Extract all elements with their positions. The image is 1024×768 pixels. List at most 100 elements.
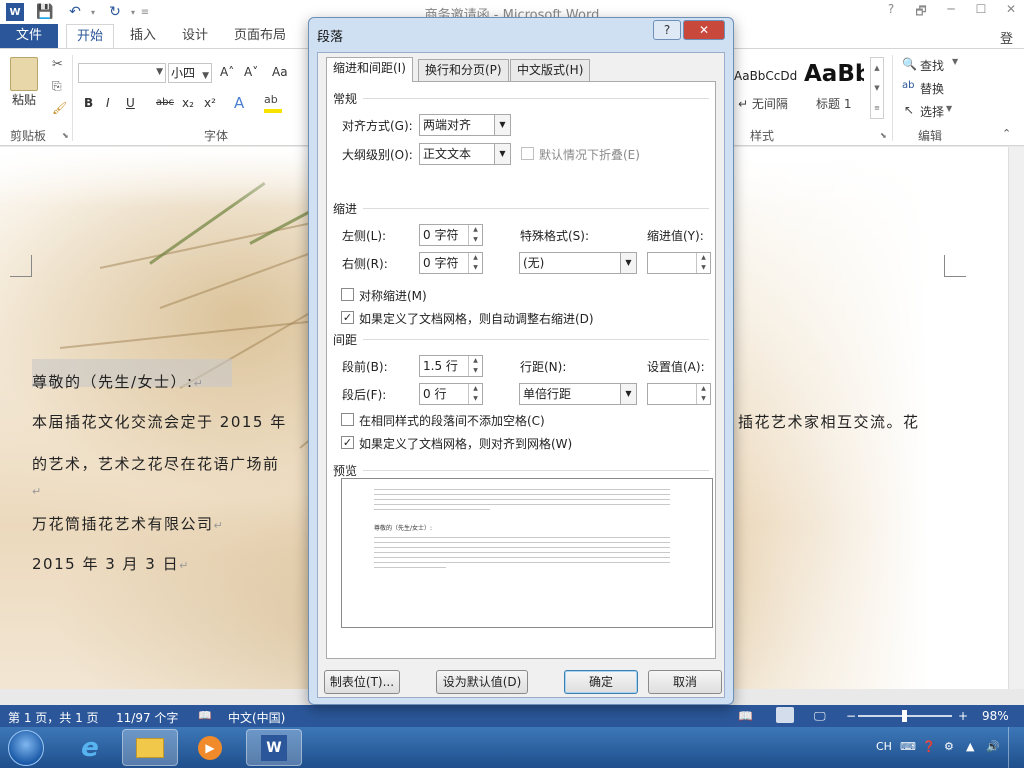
minimize-button[interactable]: ─ <box>940 2 962 20</box>
internet-explorer-icon[interactable]: e <box>62 729 118 766</box>
collapse-ribbon-icon[interactable]: ⌃ <box>1002 127 1011 140</box>
help-button[interactable]: ? <box>880 2 902 20</box>
styles-launcher-icon[interactable]: ⬊ <box>880 131 887 140</box>
spinner-arrows-icon[interactable]: ▲ ▼ <box>468 356 482 376</box>
special-indent-select[interactable]: (无) ▼ <box>519 252 637 274</box>
mirror-indents-checkbox[interactable] <box>341 288 354 301</box>
find-button[interactable]: 查找 <box>920 57 944 74</box>
collapse-default-checkbox[interactable] <box>521 147 534 160</box>
chevron-down-icon[interactable]: ▼ <box>952 57 958 66</box>
tab-file[interactable]: 文件 <box>0 24 58 48</box>
indent-left-input[interactable]: 0 字符 ▲ ▼ <box>419 224 483 246</box>
style-no-spacing-preview[interactable]: AaBbCcDd <box>734 69 797 83</box>
text-effects-icon[interactable]: A <box>234 94 244 112</box>
ribbon-display-button[interactable]: 🗗 <box>910 2 932 20</box>
font-name-combo[interactable]: ▼ <box>78 63 166 83</box>
replace-button[interactable]: 替换 <box>920 80 944 97</box>
format-painter-icon[interactable]: 🖌 <box>52 101 67 115</box>
spacing-after-input[interactable]: 0 行 ▲ ▼ <box>419 383 483 405</box>
paste-icon[interactable] <box>10 57 38 91</box>
paste-button[interactable]: 粘贴 <box>12 91 36 108</box>
chevron-down-icon[interactable]: ▼ <box>946 104 952 113</box>
doc-line-body-1b[interactable]: 插花艺术家相互交流。花 <box>738 411 920 432</box>
style-heading1-name[interactable]: 标题 1 <box>816 95 851 112</box>
media-player-icon[interactable]: ▶ <box>182 729 238 766</box>
doc-line-body-1a[interactable]: 本届插花文化交流会定于 2015 年 <box>32 411 287 432</box>
web-layout-icon[interactable]: 🖵 <box>814 709 826 724</box>
shrink-font-button[interactable]: A˅ <box>244 65 258 79</box>
start-orb-icon[interactable] <box>8 730 44 766</box>
doc-line-salutation[interactable]: 尊敬的（先生/女士）:↵ <box>32 371 204 392</box>
style-no-spacing-name[interactable]: ↵ 无间隔 <box>738 95 788 112</box>
keyboard-icon[interactable]: ⌨ <box>900 740 916 753</box>
auto-adjust-indent-checkbox[interactable]: ✓ <box>341 311 354 324</box>
tabs-button[interactable]: 制表位(T)... <box>324 670 400 694</box>
find-icon[interactable]: 🔍 <box>902 57 917 71</box>
help-tray-icon[interactable]: ❓ <box>922 740 936 753</box>
underline-button[interactable]: U <box>126 96 135 110</box>
select-button[interactable]: 选择 <box>920 103 944 120</box>
dialog-close-button[interactable]: ✕ <box>683 20 725 40</box>
spinner-arrows-icon[interactable]: ▲ ▼ <box>468 225 482 245</box>
doc-line-body-2[interactable]: 的艺术，艺术之花尽在花语广场前 <box>32 453 280 474</box>
maximize-button[interactable]: ☐ <box>970 2 992 20</box>
language-status[interactable]: 中文(中国) <box>228 709 285 726</box>
font-size-combo[interactable]: 小四 ▼ <box>168 63 212 83</box>
grow-font-button[interactable]: A˄ <box>220 65 234 79</box>
snap-to-grid-checkbox[interactable]: ✓ <box>341 436 354 449</box>
cancel-button[interactable]: 取消 <box>648 670 722 694</box>
select-cursor-icon[interactable]: ↖ <box>904 103 914 117</box>
bold-button[interactable]: B <box>84 96 93 110</box>
replace-icon[interactable]: ab <box>902 80 914 91</box>
spinner-arrows-icon[interactable]: ▲ ▼ <box>696 384 710 404</box>
italic-button[interactable]: I <box>106 96 110 110</box>
change-case-button[interactable]: Aa <box>272 65 288 79</box>
zoom-in-icon[interactable]: + <box>958 709 968 723</box>
set-default-button[interactable]: 设为默认值(D) <box>436 670 528 694</box>
volume-icon[interactable]: 🔊 <box>986 740 1000 753</box>
page-count[interactable]: 第 1 页，共 1 页 <box>8 709 99 726</box>
spinner-arrows-icon[interactable]: ▲ ▼ <box>696 253 710 273</box>
tab-design[interactable]: 设计 <box>172 24 218 48</box>
tab-insert[interactable]: 插入 <box>120 24 166 48</box>
close-button[interactable]: ✕ <box>1000 2 1022 20</box>
tab-indents-spacing[interactable]: 缩进和间距(I) <box>326 57 413 82</box>
proofing-icon[interactable]: 📖 <box>198 709 212 722</box>
word-count[interactable]: 11/97 个字 <box>116 709 178 726</box>
outline-level-select[interactable]: 正文文本 ▼ <box>419 143 511 165</box>
indent-right-input[interactable]: 0 字符 ▲ ▼ <box>419 252 483 274</box>
ok-button[interactable]: 确定 <box>564 670 638 694</box>
spacing-before-input[interactable]: 1.5 行 ▲ ▼ <box>419 355 483 377</box>
show-hidden-icon[interactable]: ▲ <box>966 740 974 753</box>
dialog-help-button[interactable]: ? <box>653 20 681 40</box>
ime-indicator[interactable]: CH <box>876 740 892 753</box>
settings-tray-icon[interactable]: ⚙ <box>944 740 954 753</box>
indent-by-input[interactable]: ▲ ▼ <box>647 252 711 274</box>
zoom-level[interactable]: 98% <box>982 709 1009 723</box>
spinner-arrows-icon[interactable]: ▲ ▼ <box>468 253 482 273</box>
cut-icon[interactable]: ✂ <box>52 57 63 72</box>
vertical-scrollbar[interactable] <box>1008 147 1024 689</box>
zoom-out-icon[interactable]: − <box>846 709 856 723</box>
tab-page-layout[interactable]: 页面布局 <box>224 24 296 48</box>
word-taskbar-icon[interactable]: W <box>246 729 302 766</box>
show-desktop-button[interactable] <box>1008 727 1024 768</box>
clipboard-launcher-icon[interactable]: ⬊ <box>62 131 69 140</box>
tab-asian-typography[interactable]: 中文版式(H) <box>510 59 591 81</box>
alignment-select[interactable]: 两端对齐 ▼ <box>419 114 511 136</box>
print-layout-icon[interactable] <box>776 707 794 723</box>
strikethrough-button[interactable]: abc <box>156 97 174 108</box>
no-space-same-style-checkbox[interactable] <box>341 413 354 426</box>
subscript-button[interactable]: x₂ <box>182 96 194 110</box>
line-spacing-select[interactable]: 单倍行距 ▼ <box>519 383 637 405</box>
copy-icon[interactable]: ⎘ <box>52 79 62 94</box>
style-heading1-preview[interactable]: AaBb <box>804 61 864 87</box>
superscript-button[interactable]: x² <box>204 96 216 110</box>
doc-line-company[interactable]: 万花筒插花艺术有限公司↵ <box>32 513 224 534</box>
spacing-at-input[interactable]: ▲ ▼ <box>647 383 711 405</box>
spinner-arrows-icon[interactable]: ▲ ▼ <box>468 384 482 404</box>
doc-line-date[interactable]: 2015 年 3 月 3 日↵ <box>32 553 190 574</box>
styles-scroll[interactable]: ▲ ▼ ≡ <box>870 57 884 119</box>
highlight-icon[interactable]: ab <box>264 93 282 113</box>
read-mode-icon[interactable]: 📖 <box>738 709 753 723</box>
